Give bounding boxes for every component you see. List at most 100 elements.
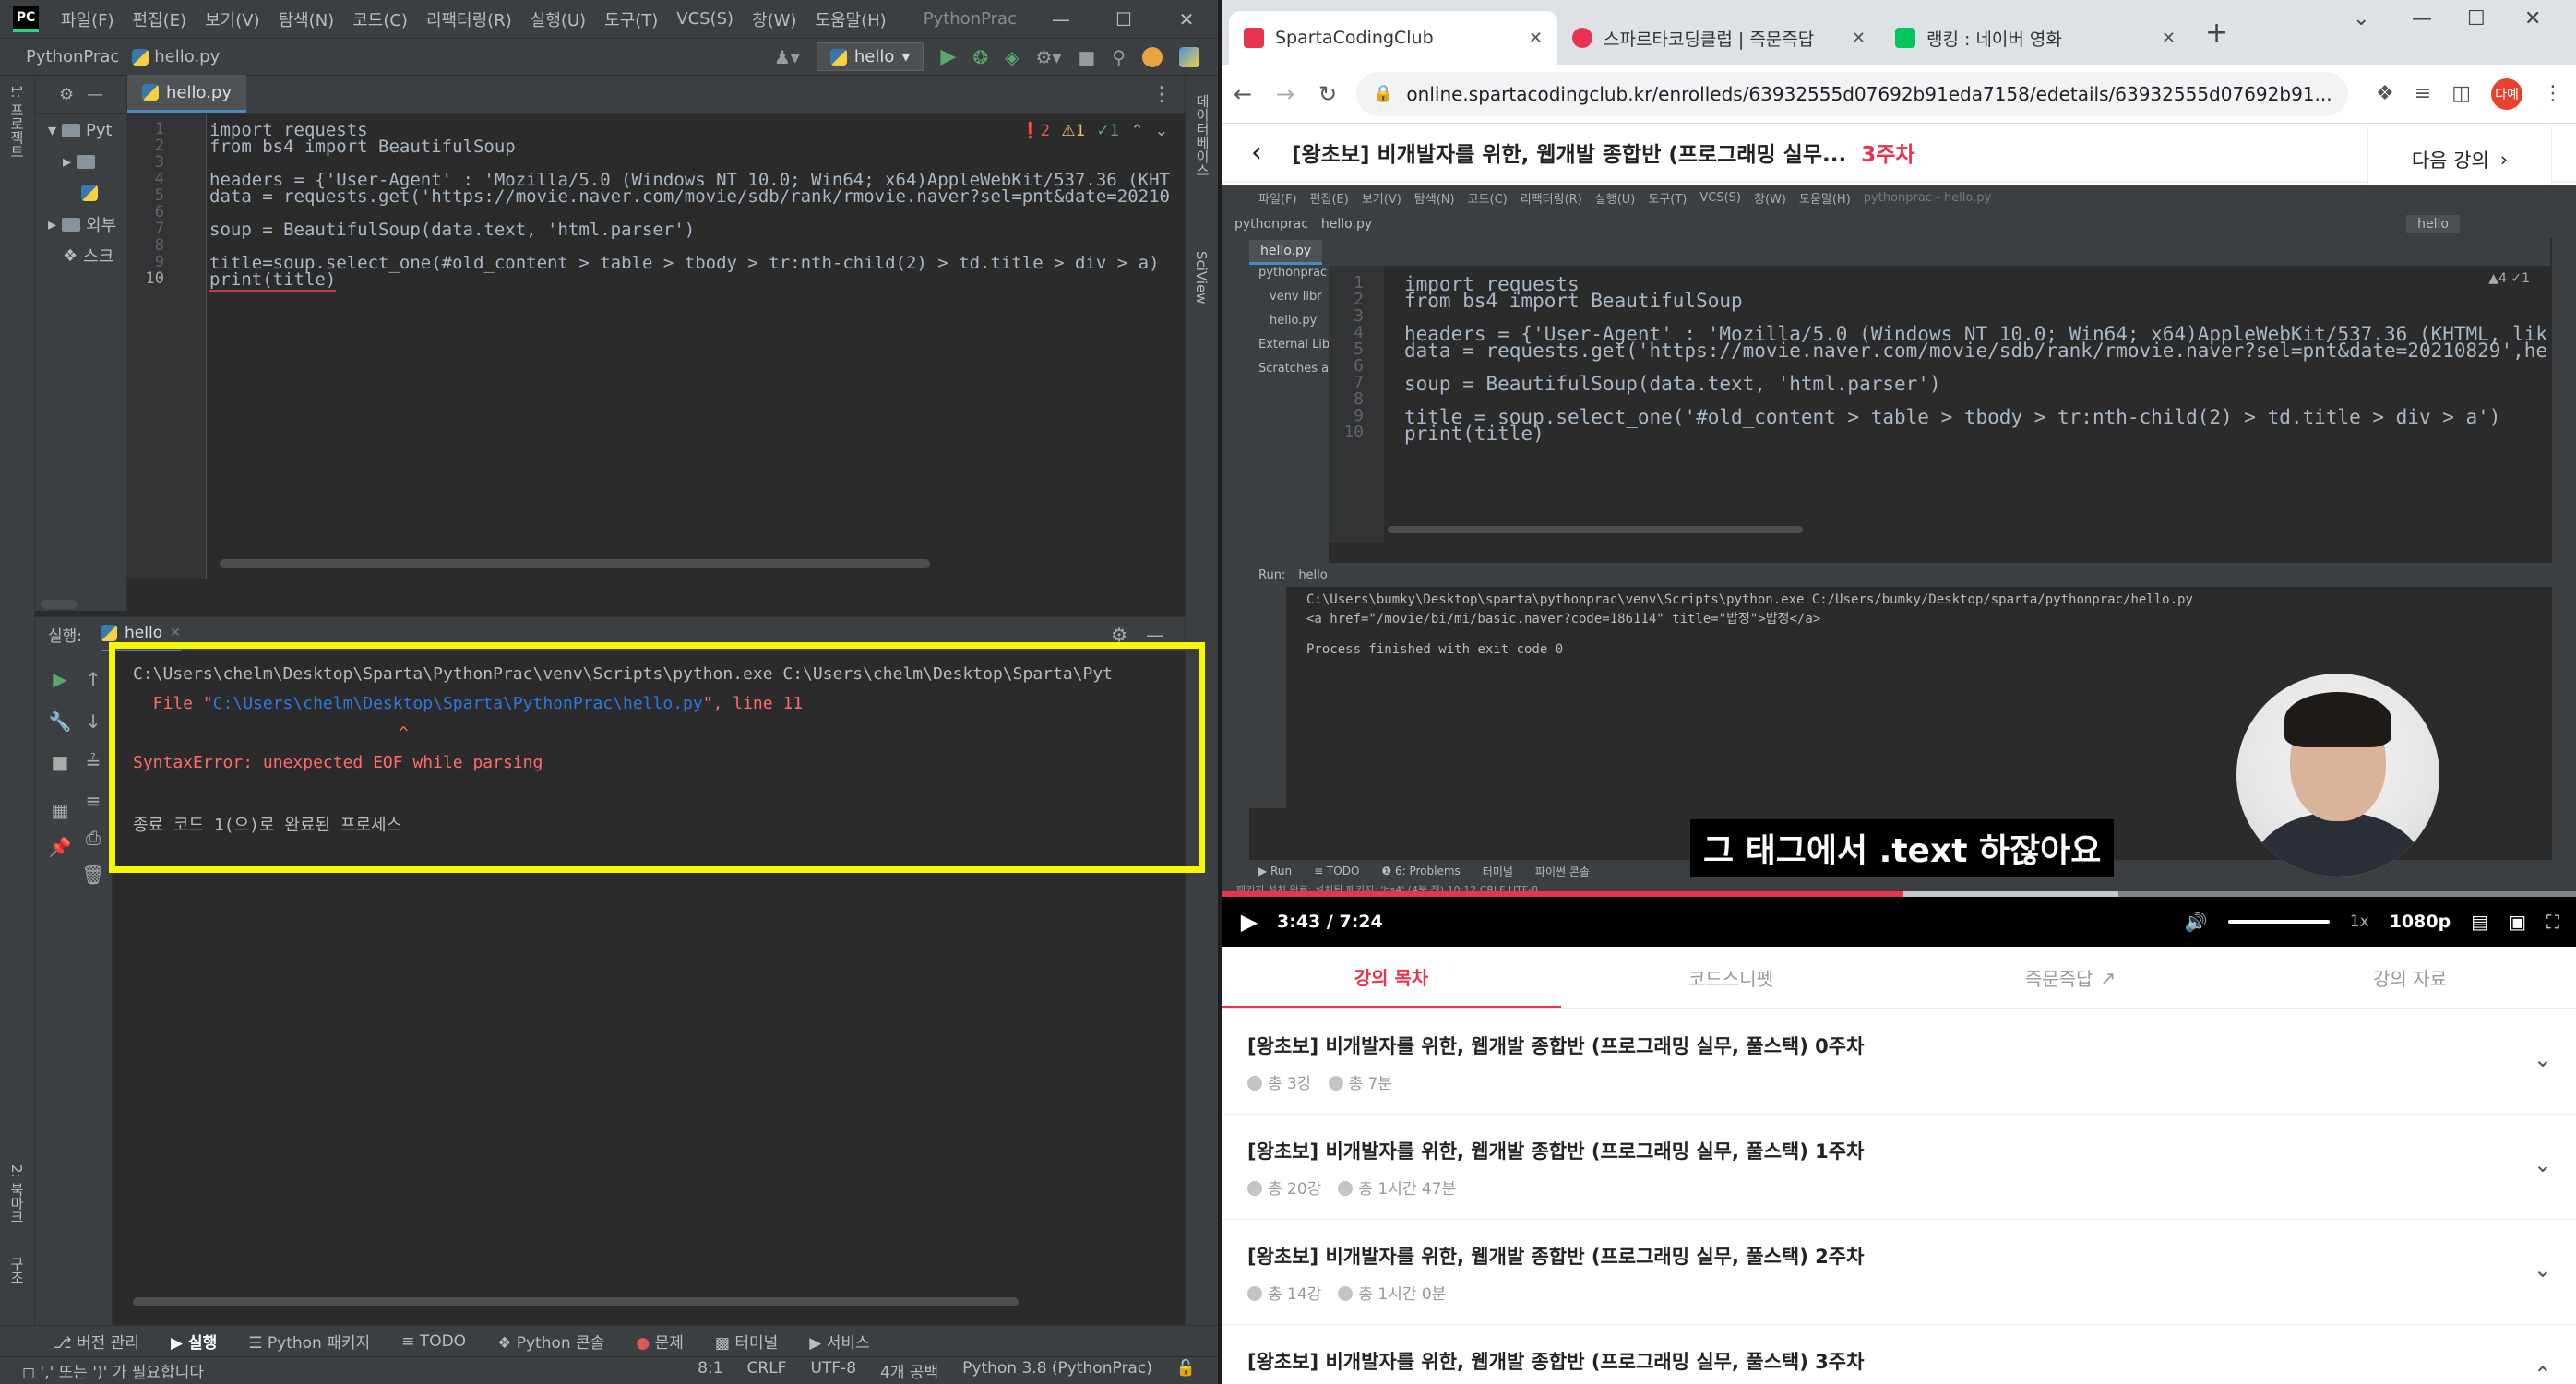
menu-tools[interactable]: 도구(T)	[595, 7, 667, 31]
tab-code-snippets[interactable]: 코드스니펫	[1561, 947, 1901, 1008]
video-player[interactable]: 파일(F) 편집(E) 보기(V) 탐색(N) 코드(C) 리팩터링(R) 실행(U) 도구(…	[1222, 185, 2576, 947]
chevron-down-icon[interactable]: ⌄	[2534, 1046, 2552, 1072]
code-editor[interactable]: 1 2 3 4 5 6 7 8 9 10 import requests fro…	[127, 114, 1185, 579]
collapse-icon[interactable]: —	[87, 85, 103, 104]
maximize-icon[interactable]: ☐	[1092, 8, 1155, 30]
menu-icon[interactable]: ⋮	[2543, 82, 2563, 105]
lock-icon[interactable]: 🔓	[1176, 1359, 1196, 1382]
volume-icon[interactable]: 🔊	[2185, 911, 2208, 933]
url-bar[interactable]: 🔒 online.spartacodingclub.kr/enrolleds/6…	[1356, 71, 2349, 116]
close-icon[interactable]: ✕	[2162, 29, 2176, 48]
share-icon[interactable]: ↗	[2345, 83, 2348, 105]
close-icon[interactable]: ✕	[170, 626, 181, 640]
soft-wrap-icon[interactable]: ≟	[79, 751, 107, 773]
status-encoding[interactable]: UTF-8	[810, 1359, 856, 1382]
list-item[interactable]: [왕초보] 비개발자를 위한, 웹개발 종합반 (프로그래밍 실무, 풀스택) …	[1222, 1009, 2576, 1115]
search-icon[interactable]: ⚲	[1112, 46, 1126, 68]
menu-help[interactable]: 도움말(H)	[805, 7, 895, 31]
project-tool-tab[interactable]: 1: 프로젝트	[7, 85, 27, 158]
volume-slider[interactable]	[2227, 920, 2330, 924]
print-icon[interactable]: ⎙	[79, 827, 107, 849]
breadcrumb-file[interactable]: hello.py	[132, 47, 220, 66]
quality-select[interactable]: 1080p	[2390, 912, 2451, 932]
close-icon[interactable]: ✕	[1529, 29, 1543, 48]
play-icon[interactable]: ▶	[1222, 909, 1277, 935]
menu-window[interactable]: 창(W)	[743, 7, 805, 31]
maximize-icon[interactable]: ☐	[2467, 7, 2486, 30]
chevron-down-icon[interactable]: ⌄	[2534, 1151, 2552, 1177]
tool-tab-terminal[interactable]: ▩ 터미널	[715, 1330, 778, 1353]
browser-tab-sparta[interactable]: SpartaCodingClub ✕	[1229, 11, 1557, 65]
breadcrumb-project[interactable]: PythonPrac	[0, 47, 132, 66]
tool-tab-run[interactable]: ▶ 실행	[171, 1330, 217, 1353]
debug-icon[interactable]: ❂	[972, 46, 988, 68]
tree-item-venv[interactable]: ▸	[35, 146, 126, 177]
menu-vcs[interactable]: VCS(S)	[667, 9, 743, 29]
list-item[interactable]: [왕초보] 비개발자를 위한, 웹개발 종합반 (프로그래밍 실무, 풀스택) …	[1222, 1220, 2576, 1325]
tab-qna[interactable]: 즉문즉답 ↗	[1901, 947, 2240, 1008]
tool-tab-problems[interactable]: ● 문제	[636, 1330, 684, 1353]
status-position[interactable]: 8:1	[698, 1359, 722, 1382]
back-icon[interactable]: ←	[1222, 81, 1264, 107]
tree-item-scratches[interactable]: ❖ 스크	[35, 240, 126, 271]
chevron-up-icon[interactable]: ⌃	[1131, 122, 1144, 140]
chevron-down-icon[interactable]: ⌄	[2534, 1257, 2552, 1283]
tool-tab-python-console[interactable]: ❖ Python 콘솔	[497, 1330, 604, 1353]
tree-item-project[interactable]: ▾ Pyt	[35, 114, 126, 146]
tab-materials[interactable]: 강의 자료	[2240, 947, 2576, 1008]
layout-icon[interactable]: ▦	[46, 799, 74, 821]
tool-tab-services[interactable]: ▶ 서비스	[809, 1330, 869, 1353]
next-lecture-button[interactable]: 다음 강의 ›	[2367, 127, 2552, 192]
extensions-icon[interactable]: ❖	[2376, 82, 2394, 105]
close-icon[interactable]: ✕	[2524, 7, 2541, 30]
coverage-icon[interactable]: ◈	[1005, 46, 1019, 68]
status-interpreter[interactable]: Python 3.8 (PythonPrac)	[962, 1359, 1152, 1382]
update-icon[interactable]	[1142, 46, 1163, 67]
tool-tab-packages[interactable]: ☰ Python 패키지	[248, 1330, 370, 1353]
stop-icon[interactable]: ■	[1078, 46, 1095, 68]
tool-tab-vcs[interactable]: ⎇ 버전 관리	[54, 1330, 139, 1353]
trash-icon[interactable]: 🗑	[79, 864, 107, 886]
lock-icon[interactable]: 🔒	[1373, 84, 1393, 103]
editor-scrollbar[interactable]	[220, 559, 930, 568]
tree-item-external[interactable]: ▸ 외부	[35, 209, 126, 240]
menu-run[interactable]: 실행(U)	[521, 7, 595, 31]
database-tool-tab[interactable]: 데이터베이스	[1193, 94, 1212, 177]
bookmarks-tool-tab[interactable]: 2: 북마크	[7, 1164, 27, 1223]
tree-item-file[interactable]	[35, 177, 126, 209]
tool-tab-todo[interactable]: ≡ TODO	[401, 1332, 466, 1351]
menu-refactor[interactable]: 리팩터링(R)	[417, 7, 521, 31]
captions-icon[interactable]: ▤	[2471, 911, 2488, 933]
jetbrains-icon[interactable]	[1179, 46, 1199, 67]
structure-tool-tab[interactable]: 구조	[7, 1257, 27, 1284]
reload-icon[interactable]: ↻	[1306, 81, 1349, 107]
status-indent[interactable]: 4개 공백	[880, 1359, 938, 1382]
console-scrollbar[interactable]	[133, 1297, 1019, 1306]
status-line-separator[interactable]: CRLF	[747, 1359, 787, 1382]
stop-icon[interactable]: ■	[46, 751, 74, 773]
close-icon[interactable]: ✕	[1852, 29, 1866, 48]
user-icon[interactable]: ♟▾	[774, 46, 800, 68]
minimize-icon[interactable]: —	[1030, 8, 1092, 30]
arrow-up-icon[interactable]: ↑	[79, 668, 107, 690]
sciview-tool-tab[interactable]: SciView	[1193, 251, 1210, 304]
list-item[interactable]: [왕초보] 비개발자를 위한, 웹개발 종합반 (프로그래밍 실무, 풀스택) …	[1222, 1325, 2576, 1384]
forward-icon[interactable]: →	[1264, 81, 1306, 107]
browser-tab-naver[interactable]: 랭킹 : 네이버 영화 ✕	[1880, 11, 2190, 65]
close-icon[interactable]: ✕	[1155, 8, 1218, 30]
editor-tab-hello[interactable]: hello.py	[127, 75, 246, 113]
profile-run-icon[interactable]: ⚙▾	[1035, 46, 1061, 68]
gear-icon[interactable]: ⚙	[59, 85, 74, 104]
menu-edit[interactable]: 편집(E)	[124, 7, 197, 31]
side-panel-icon[interactable]: ◫	[2451, 82, 2471, 105]
back-arrow-icon[interactable]: ‹	[1222, 137, 1292, 169]
scroll-end-icon[interactable]: ≡	[79, 790, 107, 812]
list-item[interactable]: [왕초보] 비개발자를 위한, 웹개발 종합반 (프로그래밍 실무, 풀스택) …	[1222, 1115, 2576, 1220]
arrow-down-icon[interactable]: ↓	[79, 710, 107, 733]
more-icon[interactable]: ⋮	[1151, 83, 1185, 106]
browser-tab-qna[interactable]: 스파르타코딩클럽 | 즉문즉답 ✕	[1557, 11, 1880, 65]
run-icon[interactable]: ▶	[940, 45, 956, 68]
new-tab-icon[interactable]: +	[2205, 17, 2228, 49]
chevron-down-icon[interactable]: ⌄	[1155, 122, 1168, 140]
chevron-up-icon[interactable]: ⌃	[2534, 1362, 2552, 1384]
